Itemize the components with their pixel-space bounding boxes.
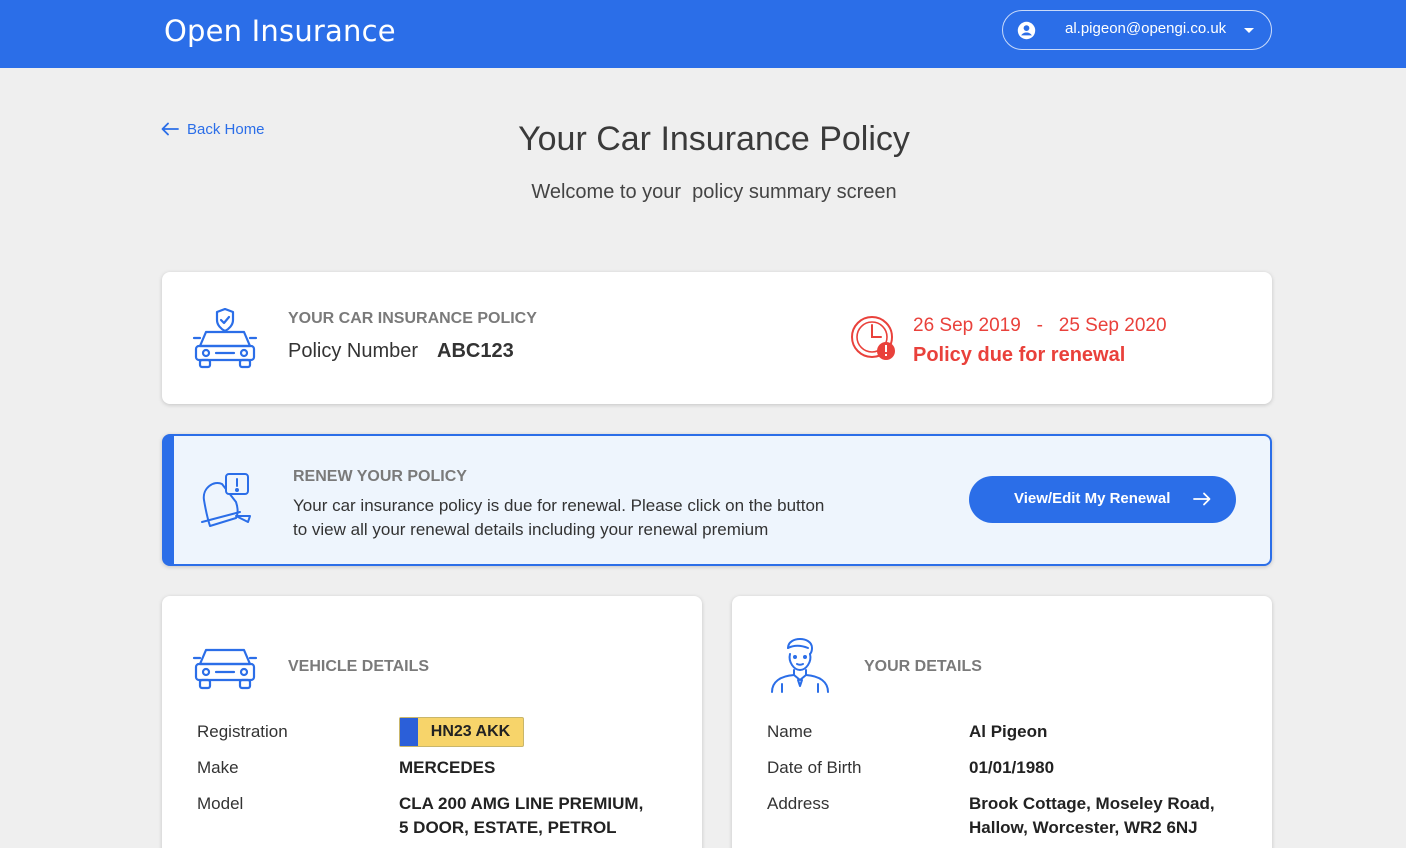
address-value-line2: Hallow, Worcester, WR2 6NJ xyxy=(969,818,1198,837)
renew-label: RENEW YOUR POLICY xyxy=(293,468,467,485)
vehicle-details-card: VEHICLE DETAILS Registration HN23 AKK Ma… xyxy=(162,596,702,848)
page-subtitle: Welcome to your policy summary screen xyxy=(531,181,897,203)
arrow-right-icon xyxy=(1193,492,1211,506)
account-circle-icon xyxy=(1017,21,1036,40)
make-value: MERCEDES xyxy=(399,758,496,777)
clock-alert-icon xyxy=(851,316,895,360)
person-icon xyxy=(771,638,829,693)
user-email: al.pigeon@opengi.co.uk xyxy=(1065,20,1227,37)
registration-value: HN23 AKK xyxy=(430,723,511,740)
your-details-title: YOUR DETAILS xyxy=(864,658,982,675)
user-menu-button[interactable]: al.pigeon@opengi.co.uk xyxy=(1002,10,1272,50)
model-value-line1: CLA 200 AMG LINE PREMIUM, xyxy=(399,794,644,813)
address-value-line1: Brook Cottage, Moseley Road, xyxy=(969,794,1215,813)
car-icon xyxy=(192,648,258,690)
car-shield-icon xyxy=(192,308,258,369)
your-details-card: YOUR DETAILS Name Al Pigeon Date of Birt… xyxy=(732,596,1272,848)
policy-label: YOUR CAR INSURANCE POLICY xyxy=(288,310,537,327)
page-title: Your Car Insurance Policy xyxy=(518,120,910,158)
make-label: Make xyxy=(197,758,239,777)
vehicle-details-title: VEHICLE DETAILS xyxy=(288,658,430,675)
address-label: Address xyxy=(767,794,830,813)
policy-dates: 26 Sep 2019 - 25 Sep 2020 xyxy=(913,315,1167,336)
plate-country-band xyxy=(400,718,418,746)
renew-message: Your car insurance policy is due for ren… xyxy=(293,496,825,539)
model-label: Model xyxy=(197,794,244,813)
registration-label: Registration xyxy=(197,722,288,741)
bell-alert-icon xyxy=(201,473,251,527)
dob-label: Date of Birth xyxy=(767,758,862,777)
model-value-line2: 5 DOOR, ESTATE, PETROL xyxy=(399,818,617,837)
registration-plate: HN23 AKK xyxy=(399,717,524,747)
name-value: Al Pigeon xyxy=(969,722,1048,741)
caret-down-icon xyxy=(1244,28,1254,33)
dob-value: 01/01/1980 xyxy=(969,758,1055,777)
policy-summary-card: YOUR CAR INSURANCE POLICY Policy Number … xyxy=(162,272,1272,404)
renewal-button-label: View/Edit My Renewal xyxy=(1014,490,1171,507)
top-bar: Open Insurance al.pigeon@opengi.co.uk xyxy=(0,0,1406,68)
renewal-status: Policy due for renewal xyxy=(913,344,1126,366)
view-edit-renewal-button[interactable]: View/Edit My Renewal xyxy=(969,476,1236,523)
policy-number-label: Policy Number xyxy=(288,340,419,362)
name-label: Name xyxy=(767,722,813,741)
renewal-banner: RENEW YOUR POLICY Your car insurance pol… xyxy=(162,434,1272,566)
logo[interactable]: Open Insurance xyxy=(164,14,396,48)
policy-number-value: ABC123 xyxy=(437,340,514,362)
